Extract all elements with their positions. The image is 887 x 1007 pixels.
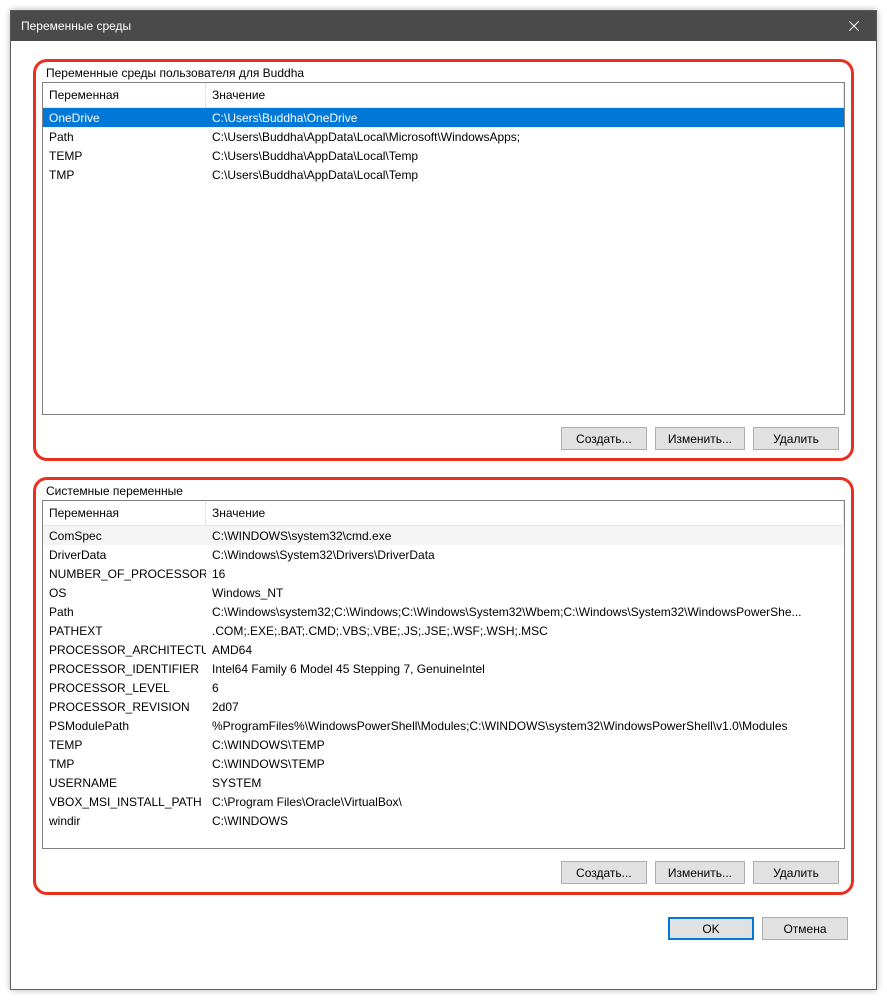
column-header-name[interactable]: Переменная xyxy=(43,501,206,525)
variable-name: DriverData xyxy=(43,548,206,562)
system-delete-button[interactable]: Удалить xyxy=(753,861,839,884)
dialog-buttons-row: OK Отмена xyxy=(33,895,854,942)
variable-value: C:\Users\Buddha\AppData\Local\Temp xyxy=(206,149,844,163)
variable-value: 2d07 xyxy=(206,700,844,714)
user-edit-button[interactable]: Изменить... xyxy=(655,427,745,450)
system-create-button[interactable]: Создать... xyxy=(561,861,647,884)
table-row[interactable]: ComSpecC:\WINDOWS\system32\cmd.exe xyxy=(43,526,844,545)
table-row[interactable]: OneDriveC:\Users\Buddha\OneDrive xyxy=(43,108,844,127)
column-header-value[interactable]: Значение xyxy=(206,501,844,525)
table-row[interactable]: USERNAMESYSTEM xyxy=(43,773,844,792)
titlebar: Переменные среды xyxy=(11,11,876,41)
system-variables-section: Системные переменные Переменная Значение… xyxy=(33,477,854,895)
table-row[interactable]: PathC:\Windows\system32;C:\Windows;C:\Wi… xyxy=(43,602,844,621)
variable-name: VBOX_MSI_INSTALL_PATH xyxy=(43,795,206,809)
table-row[interactable]: PathC:\Users\Buddha\AppData\Local\Micros… xyxy=(43,127,844,146)
variable-value: Windows_NT xyxy=(206,586,844,600)
table-row[interactable]: NUMBER_OF_PROCESSORS16 xyxy=(43,564,844,583)
variable-value: C:\Users\Buddha\AppData\Local\Temp xyxy=(206,168,844,182)
close-button[interactable] xyxy=(831,11,876,41)
list-header: Переменная Значение xyxy=(43,501,844,526)
table-row[interactable]: PROCESSOR_LEVEL6 xyxy=(43,678,844,697)
variable-value: .COM;.EXE;.BAT;.CMD;.VBS;.VBE;.JS;.JSE;.… xyxy=(206,624,844,638)
table-row[interactable]: DriverDataC:\Windows\System32\Drivers\Dr… xyxy=(43,545,844,564)
variable-name: TMP xyxy=(43,168,206,182)
variable-name: windir xyxy=(43,814,206,828)
cancel-button[interactable]: Отмена xyxy=(762,917,848,940)
table-row[interactable]: PROCESSOR_ARCHITECTUREAMD64 xyxy=(43,640,844,659)
user-variables-section: Переменные среды пользователя для Buddha… xyxy=(33,59,854,461)
variable-value: 6 xyxy=(206,681,844,695)
variable-value: C:\Windows\System32\Drivers\DriverData xyxy=(206,548,844,562)
variable-name: PATHEXT xyxy=(43,624,206,638)
user-group-label: Переменные среды пользователя для Buddha xyxy=(42,66,845,82)
table-row[interactable]: TEMPC:\WINDOWS\TEMP xyxy=(43,735,844,754)
list-header: Переменная Значение xyxy=(43,83,844,108)
user-create-button[interactable]: Создать... xyxy=(561,427,647,450)
column-header-name[interactable]: Переменная xyxy=(43,83,206,107)
table-row[interactable]: OSWindows_NT xyxy=(43,583,844,602)
variable-value: C:\Windows\system32;C:\Windows;C:\Window… xyxy=(206,605,844,619)
variable-value: %ProgramFiles%\WindowsPowerShell\Modules… xyxy=(206,719,844,733)
variable-value: AMD64 xyxy=(206,643,844,657)
variable-name: TEMP xyxy=(43,149,206,163)
dialog-content: Переменные среды пользователя для Buddha… xyxy=(11,41,876,989)
table-row[interactable]: VBOX_MSI_INSTALL_PATHC:\Program Files\Or… xyxy=(43,792,844,811)
user-delete-button[interactable]: Удалить xyxy=(753,427,839,450)
variable-value: C:\WINDOWS\TEMP xyxy=(206,757,844,771)
variable-name: PROCESSOR_REVISION xyxy=(43,700,206,714)
variable-name: OneDrive xyxy=(43,111,206,125)
variable-name: ComSpec xyxy=(43,529,206,543)
variable-name: Path xyxy=(43,130,206,144)
variable-value: C:\WINDOWS\TEMP xyxy=(206,738,844,752)
variable-name: PSModulePath xyxy=(43,719,206,733)
system-group-label: Системные переменные xyxy=(42,484,845,500)
environment-variables-dialog: Переменные среды Переменные среды пользо… xyxy=(10,10,877,990)
variable-name: USERNAME xyxy=(43,776,206,790)
variable-name: Path xyxy=(43,605,206,619)
table-row[interactable]: windirC:\WINDOWS xyxy=(43,811,844,830)
variable-name: TMP xyxy=(43,757,206,771)
window-title: Переменные среды xyxy=(21,19,131,33)
variable-value: Intel64 Family 6 Model 45 Stepping 7, Ge… xyxy=(206,662,844,676)
variable-value: C:\WINDOWS xyxy=(206,814,844,828)
variable-value: C:\WINDOWS\system32\cmd.exe xyxy=(206,529,844,543)
table-row[interactable]: PATHEXT.COM;.EXE;.BAT;.CMD;.VBS;.VBE;.JS… xyxy=(43,621,844,640)
variable-name: PROCESSOR_IDENTIFIER xyxy=(43,662,206,676)
variable-value: C:\Users\Buddha\OneDrive xyxy=(206,111,844,125)
user-buttons-row: Создать... Изменить... Удалить xyxy=(42,415,845,452)
variable-name: TEMP xyxy=(43,738,206,752)
column-header-value[interactable]: Значение xyxy=(206,83,844,107)
variable-name: PROCESSOR_ARCHITECTURE xyxy=(43,643,206,657)
table-row[interactable]: PROCESSOR_REVISION2d07 xyxy=(43,697,844,716)
table-row[interactable]: TEMPC:\Users\Buddha\AppData\Local\Temp xyxy=(43,146,844,165)
user-variables-list[interactable]: Переменная Значение OneDriveC:\Users\Bud… xyxy=(42,82,845,415)
table-row[interactable]: PSModulePath%ProgramFiles%\WindowsPowerS… xyxy=(43,716,844,735)
system-edit-button[interactable]: Изменить... xyxy=(655,861,745,884)
variable-value: C:\Users\Buddha\AppData\Local\Microsoft\… xyxy=(206,130,844,144)
list-body: ComSpecC:\WINDOWS\system32\cmd.exeDriver… xyxy=(43,526,844,848)
table-row[interactable]: PROCESSOR_IDENTIFIERIntel64 Family 6 Mod… xyxy=(43,659,844,678)
system-variables-list[interactable]: Переменная Значение ComSpecC:\WINDOWS\sy… xyxy=(42,500,845,849)
table-row[interactable]: TMPC:\WINDOWS\TEMP xyxy=(43,754,844,773)
variable-name: NUMBER_OF_PROCESSORS xyxy=(43,567,206,581)
variable-value: C:\Program Files\Oracle\VirtualBox\ xyxy=(206,795,844,809)
list-body: OneDriveC:\Users\Buddha\OneDrivePathC:\U… xyxy=(43,108,844,414)
variable-value: SYSTEM xyxy=(206,776,844,790)
variable-name: OS xyxy=(43,586,206,600)
table-row[interactable]: TMPC:\Users\Buddha\AppData\Local\Temp xyxy=(43,165,844,184)
variable-name: PROCESSOR_LEVEL xyxy=(43,681,206,695)
variable-value: 16 xyxy=(206,567,844,581)
ok-button[interactable]: OK xyxy=(668,917,754,940)
close-icon xyxy=(849,21,859,31)
system-buttons-row: Создать... Изменить... Удалить xyxy=(42,849,845,886)
